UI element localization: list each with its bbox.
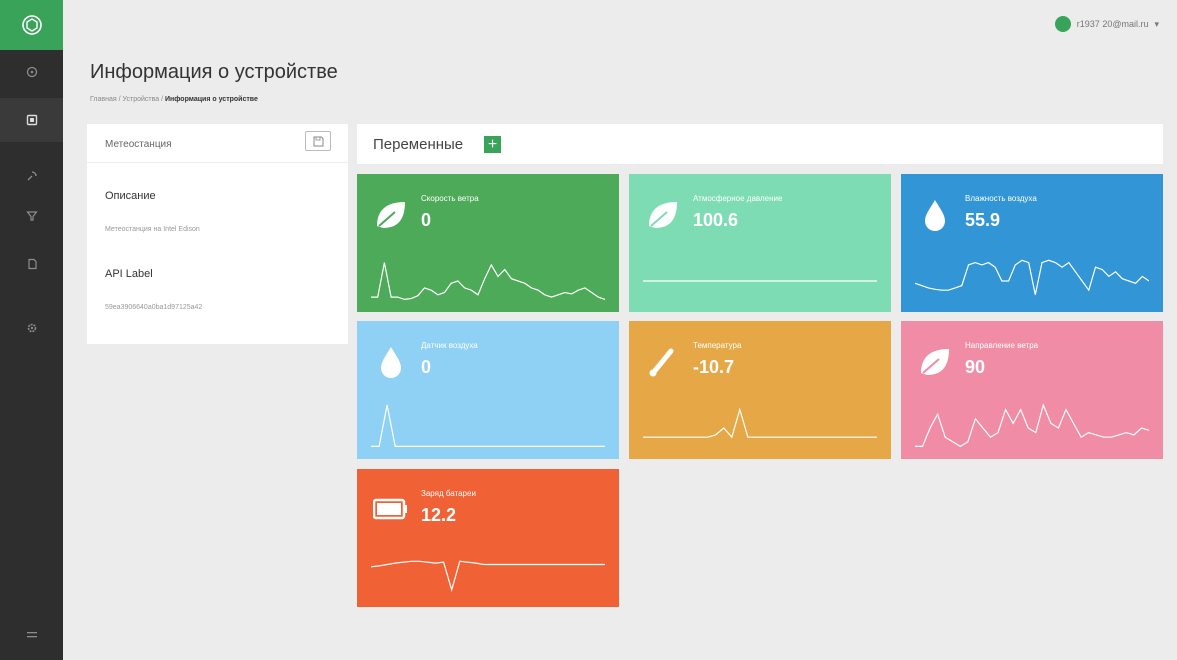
- description-label: Описание: [105, 190, 156, 202]
- drop-icon: [925, 200, 945, 231]
- sparkline-path: [371, 560, 605, 592]
- sparkline: [371, 560, 605, 592]
- breadcrumb-devices[interactable]: Устройства: [123, 96, 160, 103]
- nav-dashboard[interactable]: [0, 50, 63, 94]
- document-icon: [27, 258, 37, 270]
- variables-title: Переменные: [373, 136, 464, 153]
- leaf-icon: [921, 349, 949, 375]
- user-menu[interactable]: r1937 20@mail.ru ▾: [1054, 16, 1159, 32]
- api-label-label: API Label: [105, 268, 153, 280]
- api-label-value[interactable]: 59ea3906640a0ba1d97125a42: [105, 304, 202, 311]
- tile-value: 0: [421, 357, 432, 377]
- battery-icon: [373, 498, 407, 520]
- floppy-icon: [313, 136, 323, 146]
- tile-label: Атмосферное давление: [693, 194, 783, 203]
- breadcrumb-separator: /: [118, 96, 121, 103]
- breadcrumb-current: Информация о устройстве: [165, 96, 258, 103]
- chevron-down-icon: ▾: [1154, 18, 1159, 29]
- sparkline-path: [915, 259, 1149, 295]
- sparkline: [643, 280, 877, 282]
- drop-icon: [381, 347, 401, 378]
- avatar: [1054, 16, 1071, 32]
- leaf-icon: [377, 202, 405, 228]
- save-button[interactable]: [305, 131, 331, 151]
- gear-icon: [27, 323, 36, 333]
- nav-events[interactable]: [0, 154, 63, 198]
- tile-label: Датчик воздуха: [421, 341, 478, 350]
- tile-label: Температура: [693, 341, 742, 350]
- device-icon: [26, 114, 37, 126]
- nav-documents[interactable]: [0, 242, 63, 286]
- variable-tile[interactable]: Температура -10.7: [629, 321, 891, 459]
- sidebar-collapse-button[interactable]: [0, 610, 63, 660]
- thermometer-icon: [649, 348, 674, 377]
- variable-tile[interactable]: Датчик воздуха 0: [357, 321, 619, 459]
- tile-value: 55.9: [965, 210, 1001, 230]
- device-name: Метеостанция: [105, 139, 172, 150]
- variables-header: Переменные +: [357, 124, 1163, 164]
- add-variable-button[interactable]: +: [484, 136, 501, 153]
- main-content: r1937 20@mail.ru ▾ Информация о устройст…: [63, 0, 1177, 660]
- page-title: Информация о устройстве: [90, 61, 338, 83]
- variable-tile[interactable]: Влажность воздуха 55.9: [901, 174, 1163, 312]
- satellite-icon: [27, 171, 37, 181]
- menu-icon: [26, 632, 37, 638]
- nav-devices[interactable]: [0, 98, 63, 142]
- leaf-icon: [649, 202, 677, 228]
- variable-tile[interactable]: Заряд батареи 12.2: [357, 469, 619, 607]
- variable-tile[interactable]: Направление ветра 90: [901, 321, 1163, 459]
- variable-tile[interactable]: Скорость ветра 0: [357, 174, 619, 312]
- sidebar: [0, 0, 63, 660]
- sparkline-path: [371, 262, 605, 301]
- tile-label: Направление ветра: [965, 341, 1039, 350]
- nav-settings[interactable]: [0, 306, 63, 350]
- description-value[interactable]: Метеостанция на Intel Edison: [105, 226, 200, 233]
- sparkline-path: [915, 403, 1149, 448]
- sparkline-path: [643, 407, 877, 439]
- filter-icon: [25, 211, 38, 221]
- tile-value: -10.7: [693, 357, 735, 377]
- tile-value: 90: [965, 357, 986, 377]
- device-panel-header: Метеостанция: [87, 124, 348, 163]
- sparkline: [371, 262, 605, 301]
- variable-tile[interactable]: Атмосферное давление 100.6: [629, 174, 891, 312]
- nav-filters[interactable]: [0, 194, 63, 238]
- tile-label: Заряд батареи: [421, 489, 476, 498]
- sparkline: [915, 403, 1149, 448]
- user-name: r1937 20@mail.ru: [1076, 19, 1149, 29]
- tile-value: 12.2: [421, 505, 457, 525]
- sparkline: [643, 407, 877, 439]
- breadcrumb-home[interactable]: Главная: [90, 96, 117, 103]
- tile-value: 0: [421, 210, 432, 230]
- logo-icon: [21, 15, 42, 35]
- breadcrumb: Главная / Устройства / Информация о устр…: [90, 96, 258, 103]
- sparkline-path: [371, 404, 605, 447]
- tile-label: Скорость ветра: [421, 194, 479, 203]
- tile-value: 100.6: [693, 210, 739, 230]
- device-info-panel: Метеостанция Описание Метеостанция на In…: [87, 124, 348, 344]
- sparkline: [915, 259, 1149, 295]
- app-logo[interactable]: [0, 0, 63, 50]
- breadcrumb-separator: /: [161, 96, 164, 103]
- tile-label: Влажность воздуха: [965, 194, 1037, 203]
- gauge-icon: [26, 66, 37, 78]
- sparkline: [371, 404, 605, 447]
- topbar: r1937 20@mail.ru ▾: [63, 0, 1177, 40]
